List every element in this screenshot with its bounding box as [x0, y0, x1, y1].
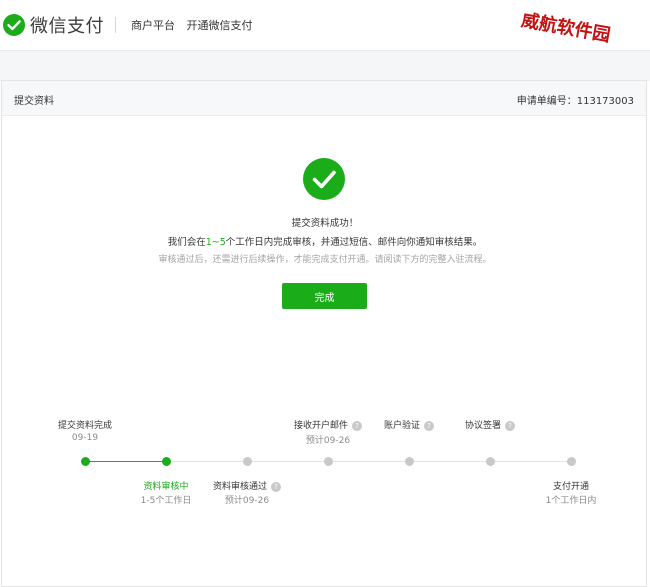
done-button[interactable]: 完成 [282, 283, 367, 309]
step-dot-reviewing [162, 457, 171, 466]
step-label-review-passed-text: 资料审核通过 [212, 482, 268, 492]
step-label-reviewing: 资料审核中 [143, 482, 189, 492]
step-sub-reviewing: 1-5个工作日 [140, 496, 192, 506]
step-sub-payment-open: 1个工作日内 [545, 496, 597, 506]
step-dot-review-passed [243, 457, 252, 466]
header-separator-band [0, 50, 650, 81]
step-label-account-verify: 账户验证? [383, 418, 435, 431]
card-header: 提交资料 申请单编号：113173003 [2, 81, 646, 116]
step-label-review-passed: 资料审核通过? [212, 479, 282, 492]
watermark-stamp: 威航软件园 [519, 9, 612, 47]
step-label-account-email: 接收开户邮件? [293, 418, 363, 431]
header-nav: 商户平台 开通微信支付 [131, 17, 261, 33]
application-number: 申请单编号：113173003 [516, 96, 634, 107]
card-title: 提交资料 [14, 96, 54, 107]
wechat-pay-logo[interactable]: 微信支付 [2, 12, 104, 38]
help-icon[interactable]: ? [424, 421, 435, 431]
step-label-account-verify-text: 账户验证 [383, 421, 421, 431]
nav-merchant-platform[interactable]: 商户平台 [131, 19, 175, 32]
step-label-submitted: 提交资料完成 [57, 421, 113, 431]
step-dot-account-email [324, 457, 333, 466]
onboarding-progress: 提交资料完成 09-19 接收开户邮件? 预计09-26 账户验证? 协议签署?… [0, 400, 650, 520]
step-label-account-email-text: 接收开户邮件 [293, 421, 349, 431]
step-sub-submitted: 09-19 [71, 433, 99, 443]
nav-open-wechat-pay[interactable]: 开通微信支付 [187, 19, 253, 32]
step-label-agreement-text: 协议签署 [464, 421, 502, 431]
step-dot-agreement [486, 457, 495, 466]
progress-track-completed [85, 461, 166, 462]
review-notice-suffix: 个工作日内完成审核，并通过短信、邮件向你通知审核结果。 [225, 237, 483, 248]
review-notice: 我们会在1~5个工作日内完成审核，并通过短信、邮件向你通知审核结果。 [0, 234, 650, 248]
step-sub-review-passed: 预计09-26 [224, 496, 270, 506]
help-icon[interactable]: ? [352, 421, 363, 431]
help-icon[interactable]: ? [271, 482, 282, 492]
step-label-agreement: 协议签署? [464, 418, 516, 431]
step-dot-account-verify [405, 457, 414, 466]
success-check-icon [303, 158, 345, 200]
success-title: 提交资料成功！ [291, 218, 359, 229]
step-dot-submitted [81, 457, 90, 466]
help-icon[interactable]: ? [505, 421, 516, 431]
step-label-payment-open: 支付开通 [552, 482, 590, 492]
followup-notice: 审核通过后，还需进行后续操作，才能完成支付开通。请阅读下方的完整入驻流程。 [158, 255, 492, 265]
step-dot-payment-open [567, 457, 576, 466]
header-divider [115, 17, 116, 33]
step-sub-account-email: 预计09-26 [305, 436, 351, 446]
review-days-highlight: 1~5 [205, 237, 226, 248]
top-header: 微信支付 商户平台 开通微信支付 威航软件园 [0, 0, 650, 50]
review-notice-prefix: 我们会在 [167, 237, 206, 248]
brand-name: 微信支付 [30, 16, 104, 37]
wechat-logo-icon [3, 14, 25, 36]
